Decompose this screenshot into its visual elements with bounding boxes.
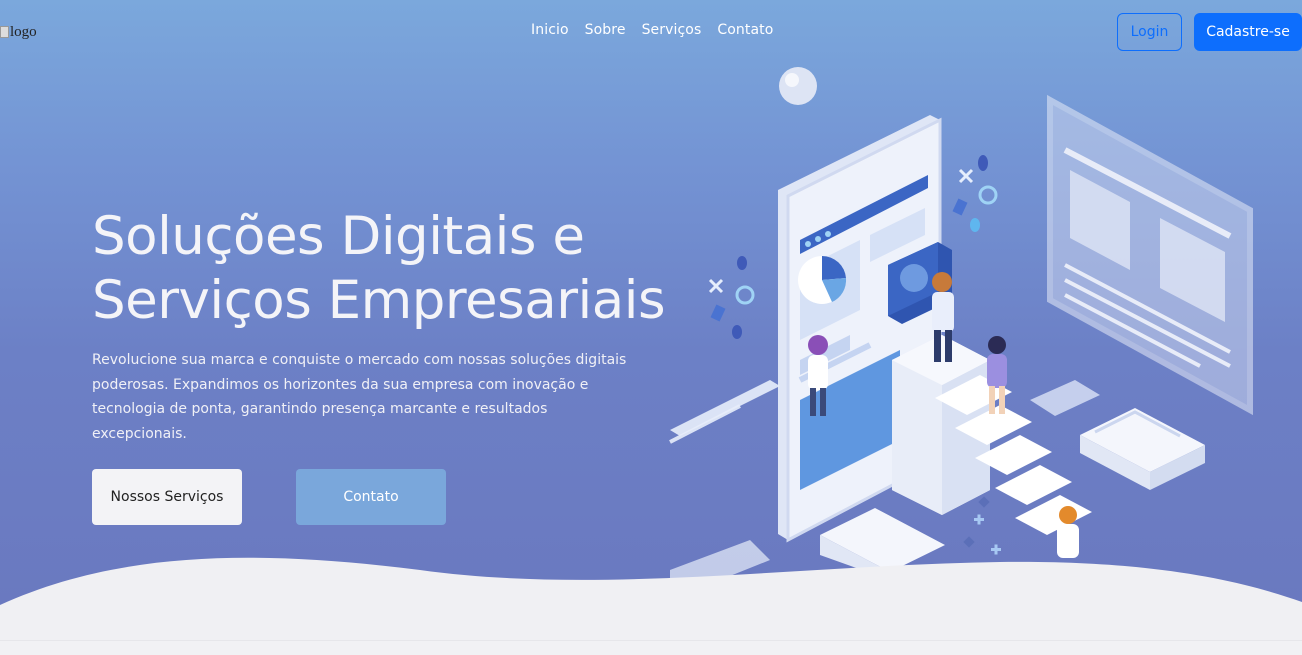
contact-button[interactable]: Contato: [296, 469, 446, 525]
services-button[interactable]: Nossos Serviços: [92, 469, 242, 525]
person-on-stairs: [987, 336, 1007, 414]
nav-link-sobre[interactable]: Sobre: [585, 22, 626, 38]
hero-description: Revolucione sua marca e conquiste o merc…: [92, 352, 627, 442]
arrow-shape: [670, 380, 780, 436]
logo-alt-text: logo: [10, 23, 37, 40]
logo[interactable]: logo: [0, 22, 37, 42]
nav-link-contato[interactable]: Contato: [717, 22, 773, 38]
section-divider: [0, 640, 1302, 655]
broken-image-icon: [0, 26, 9, 38]
hero-title-line-2: Serviços Empresariais: [92, 270, 666, 331]
puzzle-shape: [1030, 380, 1100, 416]
hero-illustration: [669, 67, 1253, 580]
nav-link-inicio[interactable]: Inicio: [531, 22, 569, 38]
hero-title: Soluções Digitais e Serviços Empresariai…: [92, 205, 672, 333]
paper-stack-right: [1080, 408, 1205, 490]
main-nav: Inicio Sobre Serviços Contato: [531, 22, 773, 38]
floating-panel: [1047, 94, 1253, 416]
hero-title-line-1: Soluções Digitais e: [92, 206, 585, 267]
bubble-shape: [779, 67, 817, 105]
hero-wave-divider: [0, 557, 1302, 655]
signup-button[interactable]: Cadastre-se: [1194, 13, 1302, 51]
login-button[interactable]: Login: [1117, 13, 1182, 51]
nav-link-servicos[interactable]: Serviços: [642, 22, 702, 38]
